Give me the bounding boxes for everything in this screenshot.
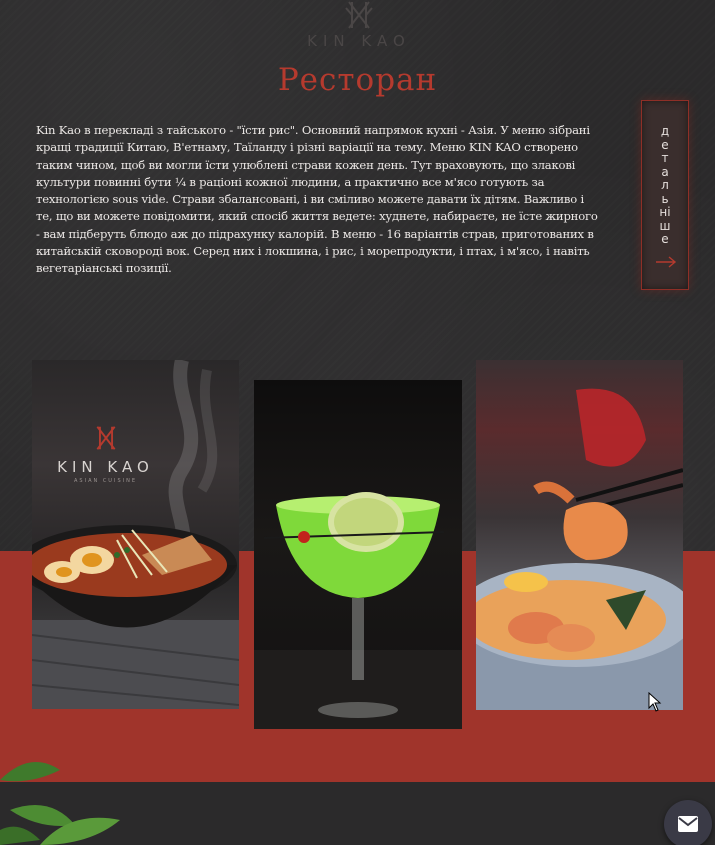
- page: KIN KAO Ресторан Kin Kao в перекладі з т…: [0, 0, 715, 845]
- card-logo-subtext: ASIAN CUISINE: [74, 478, 137, 484]
- details-button-label: детальніше: [659, 124, 671, 246]
- card-logo-text: KIN KAO: [57, 458, 154, 476]
- mail-icon: [678, 816, 698, 832]
- header-logo[interactable]: KIN KAO: [303, 0, 415, 56]
- shrimp-photo: [476, 388, 683, 710]
- cocktail-photo: [254, 492, 462, 729]
- kinkao-logo-icon: [96, 426, 116, 450]
- arrow-right-icon: [655, 253, 677, 268]
- mouse-pointer-icon: [648, 692, 662, 712]
- gallery-card-cocktail[interactable]: [254, 380, 462, 729]
- gallery-card-shrimp[interactable]: [476, 360, 683, 710]
- decorative-leaves-icon: [0, 762, 120, 845]
- kinkao-logo-icon: [345, 1, 373, 29]
- section-description: Kin Kao в перекладі з тайського - "їсти …: [36, 123, 598, 276]
- header-brand-name: KIN KAO: [307, 32, 411, 50]
- section-title: Ресторан: [277, 62, 438, 98]
- gallery-card-ramen[interactable]: KIN KAO ASIAN CUISINE: [32, 360, 239, 709]
- mail-button[interactable]: [664, 800, 712, 845]
- details-button[interactable]: детальніше: [641, 100, 689, 290]
- ramen-photo: [32, 360, 239, 709]
